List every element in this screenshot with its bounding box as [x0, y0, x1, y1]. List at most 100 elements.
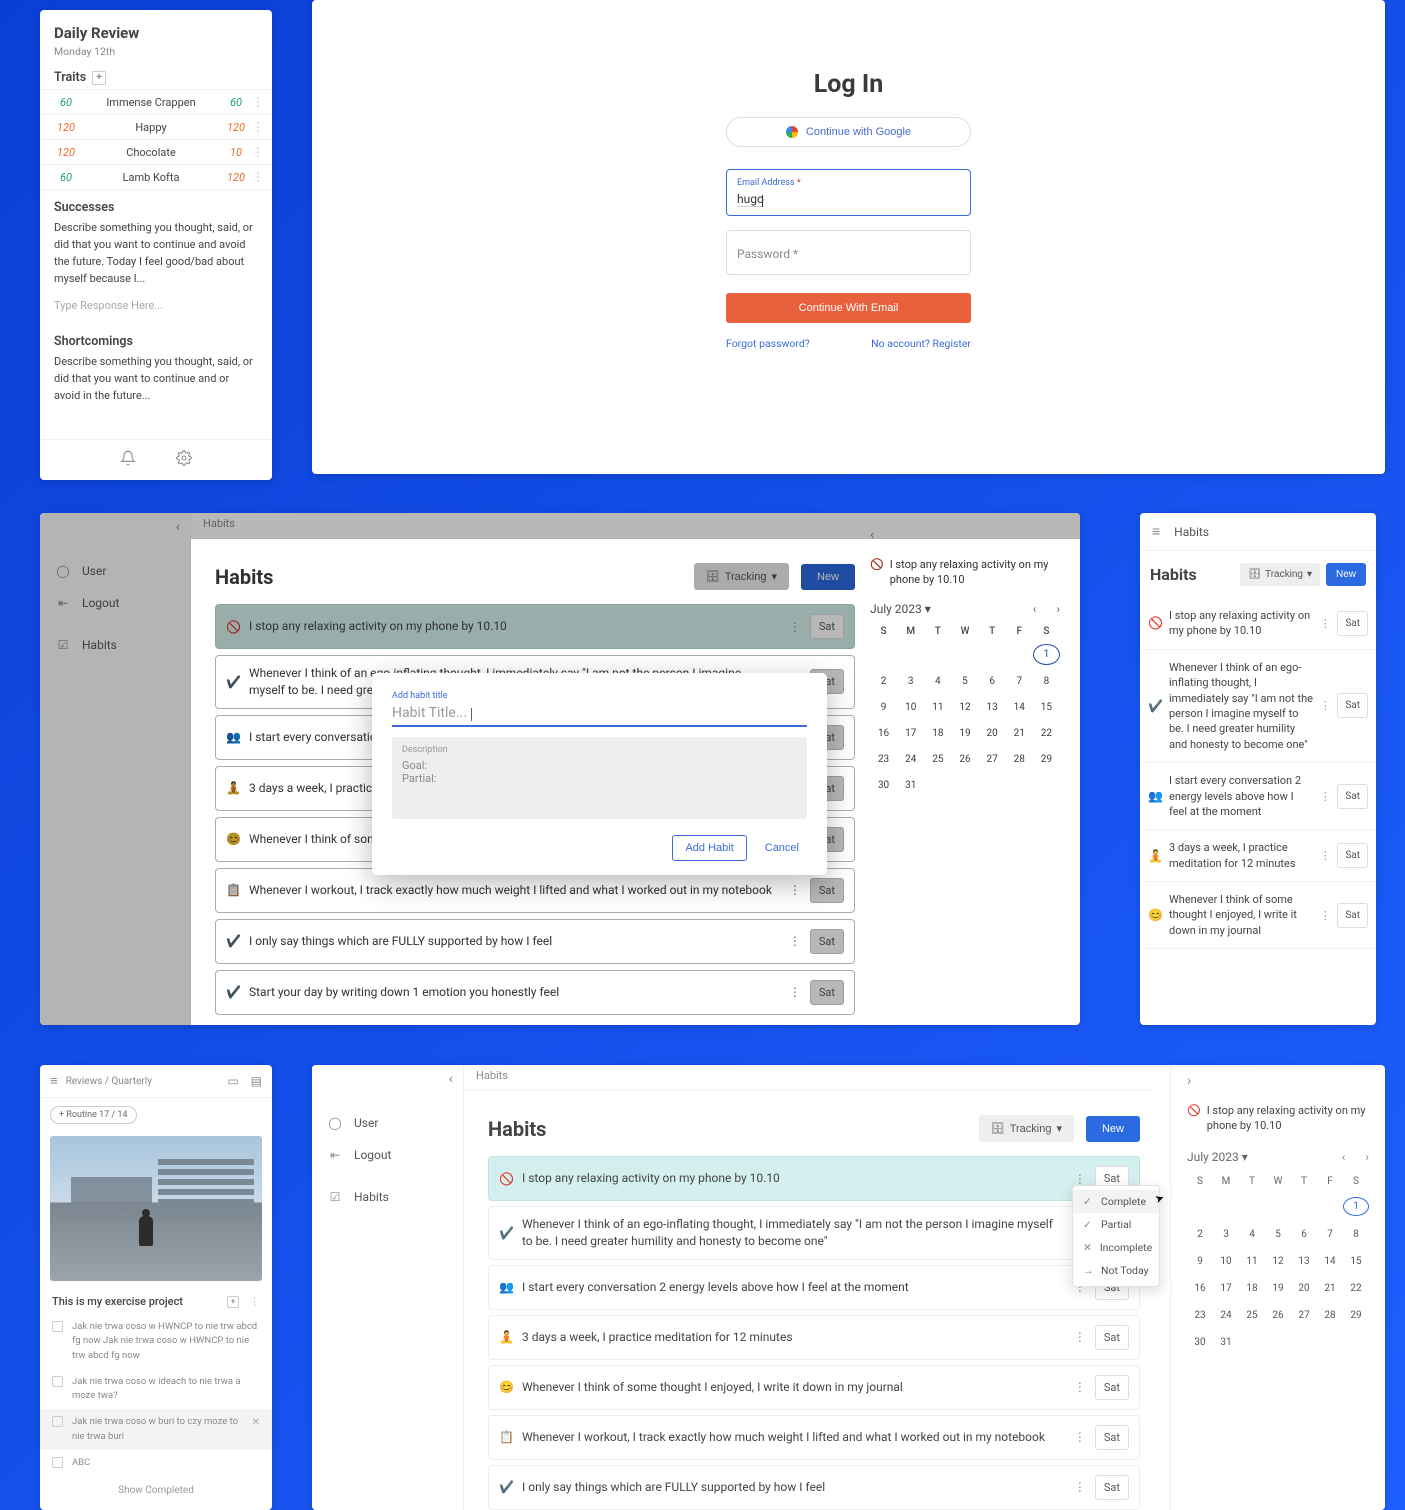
habit-row[interactable]: 😊Whenever I think of some thought I enjo… [1140, 882, 1376, 949]
sidebar-item-logout[interactable]: ⇤Logout [40, 587, 190, 619]
cal-day[interactable]: 16 [870, 724, 897, 743]
habit-row[interactable]: 👥I start every conversation 2 energy lev… [488, 1265, 1140, 1310]
checkbox[interactable] [52, 1457, 63, 1468]
sidebar-item-user[interactable]: ◯User [40, 555, 190, 587]
habit-row[interactable]: 😊Whenever I think of some thought I enjo… [488, 1365, 1140, 1410]
cal-day[interactable]: 8 [1343, 1226, 1369, 1243]
habit-more-button[interactable]: ⋮ [1073, 1330, 1087, 1344]
habit-more-button[interactable]: ⋮ [788, 883, 802, 897]
cal-day[interactable]: 31 [1213, 1334, 1239, 1351]
expand-button[interactable]: › [1187, 1073, 1369, 1089]
habit-row[interactable]: 🚫I stop any relaxing activity on my phon… [1140, 598, 1376, 650]
habit-more-button[interactable]: ⋮ [788, 620, 802, 634]
cal-day[interactable]: 20 [1291, 1280, 1317, 1297]
cal-day[interactable]: 16 [1187, 1280, 1213, 1297]
cal-day[interactable]: 6 [1291, 1226, 1317, 1243]
cal-day[interactable]: 5 [1265, 1226, 1291, 1243]
day-button[interactable]: Sat [810, 929, 844, 954]
cal-day[interactable]: 10 [1213, 1253, 1239, 1270]
tracking-button[interactable]: 🗄 Tracking ▾ [1240, 563, 1320, 586]
routine-badge[interactable]: + Routine 17 / 14 [50, 1106, 137, 1124]
doc-icon[interactable]: ▤ [251, 1074, 262, 1088]
day-button[interactable]: Sat [1337, 843, 1368, 868]
new-habit-button[interactable]: New [801, 564, 855, 590]
cal-prev[interactable]: ‹ [1033, 602, 1037, 616]
menu-partial[interactable]: ✓Partial [1073, 1213, 1159, 1236]
show-completed-link[interactable]: Show Completed [40, 1485, 272, 1496]
cal-day[interactable]: 18 [924, 724, 951, 743]
habit-row[interactable]: 🧘3 days a week, I practice meditation fo… [1140, 830, 1376, 882]
cal-day[interactable]: 28 [1317, 1307, 1343, 1324]
cal-day[interactable]: 30 [870, 776, 897, 795]
habit-row[interactable]: ✔️Start your day by writing down 1 emoti… [215, 970, 855, 1015]
habit-row[interactable]: ✔️I only say things which are FULLY supp… [488, 1465, 1140, 1510]
collapse-sidebar-button[interactable]: ‹ [40, 513, 190, 541]
add-habit-button[interactable]: Add Habit [672, 835, 746, 861]
cal-day[interactable]: 23 [1187, 1307, 1213, 1324]
checkbox[interactable] [52, 1416, 63, 1427]
cal-day[interactable]: 1 [1343, 1197, 1369, 1216]
day-button[interactable]: Sat [810, 980, 844, 1005]
cal-day[interactable]: 8 [1033, 672, 1060, 691]
cal-month[interactable]: July 2023 [1187, 1150, 1239, 1164]
habit-row[interactable]: 🧘3 days a week, I practice meditation fo… [488, 1315, 1140, 1360]
cal-day[interactable]: 14 [1317, 1253, 1343, 1270]
more-icon[interactable]: ⋮ [249, 1295, 260, 1308]
add-trait-button[interactable]: + [92, 71, 106, 85]
cal-day[interactable]: 17 [897, 724, 924, 743]
cal-day[interactable]: 20 [979, 724, 1006, 743]
cal-day[interactable]: 6 [979, 672, 1006, 691]
cal-day[interactable]: 2 [1187, 1226, 1213, 1243]
day-button[interactable]: Sat [1095, 1475, 1129, 1500]
menu-icon[interactable]: ≡ [50, 1073, 58, 1089]
cal-day[interactable]: 4 [1239, 1226, 1265, 1243]
cal-next[interactable]: › [1056, 602, 1060, 616]
cal-day[interactable]: 11 [1239, 1253, 1265, 1270]
cal-day[interactable]: 26 [951, 750, 978, 769]
trait-row[interactable]: 60Lamb Kofta120⋮ [40, 165, 272, 190]
cal-day[interactable]: 12 [1265, 1253, 1291, 1270]
habit-desc-input[interactable]: Description Goal: Partial: [392, 737, 807, 819]
cal-day[interactable]: 13 [979, 698, 1006, 717]
sidebar-item-habits[interactable]: ☑Habits [312, 1181, 463, 1213]
habit-more-button[interactable]: ⋮ [1319, 849, 1331, 862]
cal-day[interactable]: 21 [1006, 724, 1033, 743]
cal-day[interactable]: 22 [1343, 1280, 1369, 1297]
cal-day[interactable]: 27 [1291, 1307, 1317, 1324]
continue-email-button[interactable]: Continue With Email [726, 293, 971, 323]
cal-day[interactable]: 19 [951, 724, 978, 743]
cal-day[interactable]: 11 [924, 698, 951, 717]
day-button[interactable]: Sat [1337, 784, 1368, 809]
cal-day[interactable]: 17 [1213, 1280, 1239, 1297]
sidebar-item-user[interactable]: ◯User [312, 1107, 463, 1139]
cal-day[interactable]: 3 [1213, 1226, 1239, 1243]
cal-day[interactable]: 24 [1213, 1307, 1239, 1324]
cal-prev[interactable]: ‹ [1342, 1150, 1346, 1164]
trait-row[interactable]: 60Immense Crappen60⋮ [40, 89, 272, 115]
cal-day[interactable]: 3 [897, 672, 924, 691]
checklist-item[interactable]: Jak nie trwa coso w buri to czy moze to … [40, 1409, 272, 1450]
habit-more-button[interactable]: ⋮ [1319, 909, 1331, 922]
cal-day[interactable]: 13 [1291, 1253, 1317, 1270]
cal-day[interactable]: 5 [951, 672, 978, 691]
cal-day[interactable]: 15 [1033, 698, 1060, 717]
cal-day[interactable]: 7 [1006, 672, 1033, 691]
trait-row[interactable]: 120Happy120⋮ [40, 115, 272, 140]
delete-item-button[interactable]: ✕ [252, 1415, 260, 1430]
continue-google-button[interactable]: Continue with Google [726, 117, 971, 147]
day-button[interactable]: Sat [1337, 693, 1368, 718]
cal-next[interactable]: › [1365, 1150, 1369, 1164]
new-habit-button[interactable]: New [1326, 563, 1366, 586]
habit-row[interactable]: ✔️Whenever I think of an ego-inflating t… [1140, 650, 1376, 763]
cal-day[interactable]: 4 [924, 672, 951, 691]
checkbox[interactable] [52, 1321, 63, 1332]
sidebar-item-logout[interactable]: ⇤Logout [312, 1139, 463, 1171]
trait-row[interactable]: 120Chocolate10⋮ [40, 140, 272, 165]
password-field[interactable]: Password * [726, 230, 971, 275]
cal-day[interactable]: 18 [1239, 1280, 1265, 1297]
cal-day[interactable]: 28 [1006, 750, 1033, 769]
cal-day[interactable]: 25 [1239, 1307, 1265, 1324]
habit-row[interactable]: 👥I start every conversation 2 energy lev… [1140, 763, 1376, 830]
cal-day[interactable]: 10 [897, 698, 924, 717]
checklist-item[interactable]: Jak nie trwa coso w ideach to nie trwa a… [40, 1369, 272, 1410]
